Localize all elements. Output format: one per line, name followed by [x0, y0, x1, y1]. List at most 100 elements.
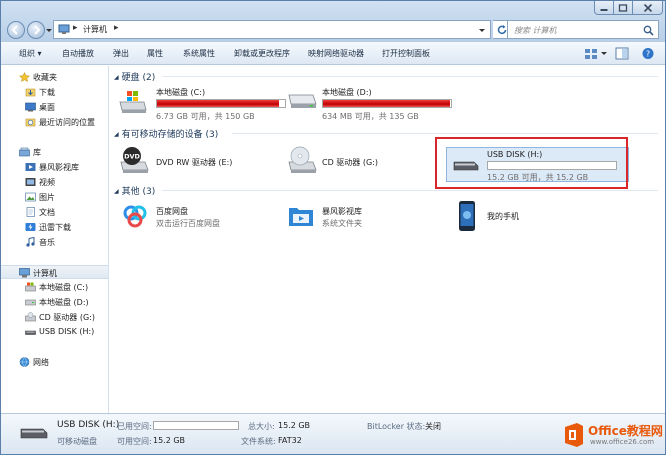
usb-drive-icon	[25, 330, 36, 335]
office-logo-icon	[565, 423, 583, 447]
help-icon[interactable]: ?	[641, 47, 655, 60]
address-bar[interactable]: ▸ 计算机 ▸	[53, 20, 491, 39]
network-icon	[19, 357, 30, 367]
nav-music[interactable]: 音乐	[1, 235, 108, 249]
drive-e-item[interactable]: DVD DVD RW 驱动器 (E:)	[118, 144, 288, 178]
drive-c-usage-bar	[156, 99, 286, 108]
computer-icon	[19, 268, 30, 278]
nav-pictures[interactable]: 图片	[1, 190, 108, 204]
nav-network[interactable]: 网络	[1, 355, 108, 369]
storm-video-library-item[interactable]: 暴风影视库 系统文件夹	[288, 202, 448, 232]
videos-icon	[25, 178, 36, 186]
windows-drive-icon	[25, 282, 36, 292]
nav-drive-d-label: 本地磁盘 (D:)	[39, 298, 89, 307]
nav-libraries[interactable]: 库	[1, 145, 108, 159]
drive-e-name: DVD RW 驱动器 (E:)	[156, 158, 233, 167]
breadcrumb-separator[interactable]: ▸	[73, 23, 78, 33]
nav-desktop[interactable]: 桌面	[1, 100, 108, 114]
properties-button[interactable]: 属性	[147, 48, 163, 59]
details-drive-type: 可移动磁盘	[57, 437, 97, 446]
drive-d-item[interactable]: 本地磁盘 (D:) 634 MB 可用，共 135 GB	[286, 84, 456, 121]
nav-videos[interactable]: 视频	[1, 175, 108, 189]
search-input[interactable]: 搜索 计算机	[514, 25, 557, 36]
close-button[interactable]	[632, 1, 663, 15]
music-icon	[26, 237, 35, 247]
baidu-netdisk-name: 百度网盘	[156, 207, 188, 216]
back-button[interactable]	[7, 21, 25, 39]
details-bitlocker-label: BitLocker 状态:	[367, 422, 426, 431]
nav-storm-video-library[interactable]: 暴风影视库	[1, 160, 108, 174]
content-area: ◢ 硬盘 (2) 本地磁盘 (C:) 6.73 GB 可用，共 150 GB 本地…	[110, 66, 665, 413]
nav-computer-label: 计算机	[33, 269, 57, 278]
group-hard-disks-label: 硬盘 (2)	[121, 73, 156, 83]
pictures-icon	[25, 192, 36, 202]
drive-d-usage-bar	[322, 99, 452, 108]
watermark: Office教程网 www.office26.com	[563, 422, 663, 452]
maximize-button[interactable]	[613, 1, 633, 15]
recent-pages-dropdown-icon[interactable]	[45, 26, 53, 34]
system-properties-button[interactable]: 系统属性	[183, 48, 215, 59]
search-box[interactable]: 搜索 计算机	[507, 20, 659, 39]
nav-drive-h[interactable]: USB DISK (H:)	[1, 325, 108, 339]
preview-pane-icon[interactable]	[615, 47, 629, 60]
organize-button[interactable]: 组织 ▾	[19, 48, 42, 59]
group-other-header[interactable]: ◢ 其他 (3)	[114, 184, 155, 197]
uninstall-program-button[interactable]: 卸载或更改程序	[234, 48, 290, 59]
nav-downloads-label: 下载	[39, 88, 55, 97]
details-fs-value: FAT32	[278, 436, 302, 445]
hard-drive-icon	[25, 299, 36, 306]
nav-favorites-label: 收藏夹	[33, 73, 57, 82]
documents-icon	[26, 207, 35, 217]
explorer-window: ▸ 计算机 ▸ 搜索 计算机 组织 ▾ 自动播放 弹出 属性 系统属性 卸载或更…	[0, 0, 666, 455]
group-removable-header[interactable]: ◢ 有可移动存储的设备 (3)	[114, 127, 218, 140]
breadcrumb-separator[interactable]: ▸	[114, 23, 119, 33]
map-network-drive-button[interactable]: 映射网络驱动器	[308, 48, 364, 59]
drive-c-item[interactable]: 本地磁盘 (C:) 6.73 GB 可用，共 150 GB	[118, 84, 288, 121]
address-dropdown-icon[interactable]	[478, 26, 486, 34]
video-library-folder-icon	[289, 208, 313, 226]
nav-documents[interactable]: 文档	[1, 205, 108, 219]
svg-text:DVD: DVD	[124, 153, 140, 161]
open-control-panel-button[interactable]: 打开控制面板	[382, 48, 430, 59]
video-library-icon	[25, 163, 36, 171]
details-used-label: 已用空间:	[117, 422, 152, 431]
autoplay-button[interactable]: 自动播放	[62, 48, 94, 59]
nav-recent-places[interactable]: 最近访问的位置	[1, 115, 108, 129]
my-phone-item[interactable]: 我的手机	[458, 200, 578, 234]
drive-g-item[interactable]: CD 驱动器 (G:)	[286, 144, 436, 178]
change-view-icon[interactable]	[584, 47, 598, 60]
forward-arrow-icon	[34, 25, 41, 35]
baidu-netdisk-desc: 双击运行百度网盘	[156, 219, 220, 228]
baidu-netdisk-item[interactable]: 百度网盘 双击运行百度网盘	[122, 202, 282, 232]
nav-recent-label: 最近访问的位置	[39, 118, 95, 127]
details-drive-name: USB DISK (H:)	[57, 420, 120, 430]
nav-drive-d[interactable]: 本地磁盘 (D:)	[1, 295, 108, 309]
view-options-dropdown-icon[interactable]	[600, 47, 608, 60]
search-icon[interactable]	[643, 25, 654, 36]
nav-downloads[interactable]: 下载	[1, 85, 108, 99]
nav-computer[interactable]: 计算机	[1, 265, 108, 279]
nav-drive-g[interactable]: CD 驱动器 (G:)	[1, 310, 108, 324]
nav-pictures-label: 图片	[39, 193, 55, 202]
nav-favorites[interactable]: 收藏夹	[1, 70, 108, 84]
drive-c-usage-fill	[157, 100, 280, 107]
nav-network-label: 网络	[33, 358, 49, 367]
nav-thunder-downloads[interactable]: 迅雷下载	[1, 220, 108, 234]
group-divider	[162, 76, 658, 77]
maximize-icon	[618, 4, 628, 12]
minimize-button[interactable]	[594, 1, 614, 15]
nav-drive-c[interactable]: 本地磁盘 (C:)	[1, 280, 108, 294]
eject-button[interactable]: 弹出	[113, 48, 129, 59]
details-usage-bar	[153, 421, 239, 430]
nav-desktop-label: 桌面	[39, 103, 55, 112]
details-total-value: 15.2 GB	[278, 421, 311, 430]
nav-music-label: 音乐	[39, 238, 55, 247]
storm-video-library-desc: 系统文件夹	[322, 219, 362, 228]
group-divider	[232, 133, 658, 134]
libraries-icon	[19, 147, 30, 157]
group-hard-disks-header[interactable]: ◢ 硬盘 (2)	[114, 70, 155, 83]
star-icon	[19, 72, 30, 82]
breadcrumb-computer[interactable]: 计算机	[83, 24, 107, 35]
forward-button[interactable]	[27, 21, 45, 39]
nav-drive-h-label: USB DISK (H:)	[39, 327, 95, 336]
